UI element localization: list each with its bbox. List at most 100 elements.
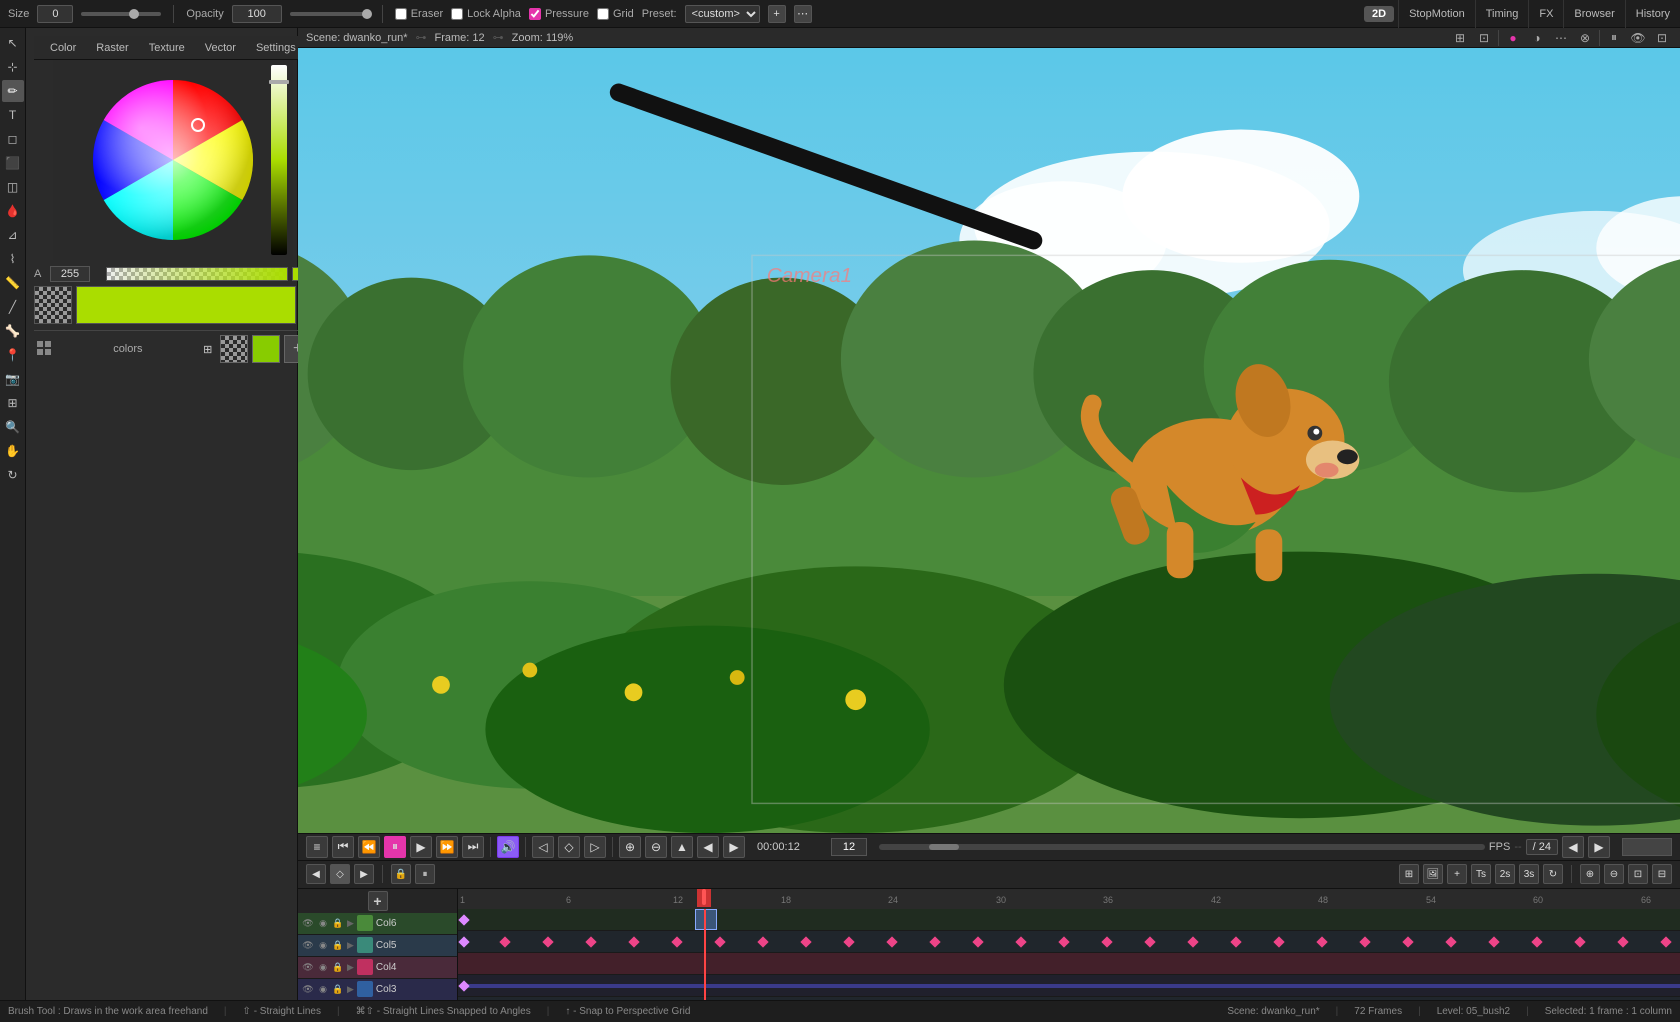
tool-bones[interactable]: 🦴 [2, 320, 24, 342]
layer-col6[interactable]: 👁 ◉ 🔒 ▶ Col6 [298, 913, 457, 935]
tl-misc2[interactable]: 2s [1495, 864, 1515, 884]
loop-start-btn[interactable]: ◁ [532, 836, 554, 858]
skip-start-btn[interactable]: ⏮ [332, 836, 354, 858]
tl-lock-btn[interactable]: 🔒 [391, 864, 411, 884]
canvas-onion-btn[interactable]: ◑ [1527, 28, 1547, 48]
step-back-btn[interactable]: ⏪ [358, 836, 380, 858]
tab-settings[interactable]: Settings [248, 40, 304, 56]
tool-rotate[interactable]: ↻ [2, 464, 24, 486]
swatch-green[interactable] [252, 335, 280, 363]
layer-col3-arrow[interactable]: ▶ [347, 984, 354, 995]
mode-stopmotion-tab[interactable]: StopMotion [1398, 0, 1475, 28]
preset-menu-btn[interactable]: ⋯ [794, 5, 812, 23]
canvas-pause-btn[interactable]: ⏸ [1604, 28, 1624, 48]
canvas-settings-btn[interactable]: ⊗ [1575, 28, 1595, 48]
size-input[interactable] [37, 5, 73, 23]
layer-col6-eye2[interactable]: ◉ [317, 917, 329, 929]
mode-history-tab[interactable]: History [1625, 0, 1680, 28]
tl-export3[interactable]: ⊡ [1628, 864, 1648, 884]
pause-btn[interactable]: ⏸ [384, 836, 406, 858]
tl-nav-left[interactable]: ◀ [306, 864, 326, 884]
layer-col4-eye2[interactable]: ◉ [317, 961, 329, 973]
tl-misc1[interactable]: Ts [1471, 864, 1491, 884]
alpha-input[interactable] [50, 266, 90, 282]
layer-col3[interactable]: 👁 ◉ 🔒 ▶ Col3 [298, 979, 457, 1000]
fps-increase-btn[interactable]: ▶ [1588, 836, 1610, 858]
frame-input[interactable] [831, 838, 867, 856]
tl-diamond-btn[interactable]: ◇ [330, 864, 350, 884]
skip-end-btn[interactable]: ⏭ [462, 836, 484, 858]
track-col6[interactable]: ✕ [458, 909, 1680, 931]
tab-vector[interactable]: Vector [197, 40, 244, 56]
tool-zoom[interactable]: 🔍 [2, 416, 24, 438]
eraser-checkbox[interactable] [395, 8, 407, 20]
tool-shape[interactable]: ◻ [2, 128, 24, 150]
size-slider[interactable] [81, 12, 161, 16]
tab-color[interactable]: Color [42, 40, 84, 56]
tool-pin[interactable]: 📍 [2, 344, 24, 366]
canvas-extra-btn[interactable]: ⊡ [1652, 28, 1672, 48]
layer-col5-eye[interactable]: 👁 [302, 939, 314, 951]
tl-export2[interactable]: ⊖ [1604, 864, 1624, 884]
fps-decrease-btn[interactable]: ◀ [1562, 836, 1584, 858]
tool-warp[interactable]: ⌇ [2, 248, 24, 270]
add-layer-btn[interactable]: + [368, 891, 388, 911]
tab-raster[interactable]: Raster [88, 40, 136, 56]
lock-alpha-checkbox[interactable] [451, 8, 463, 20]
canvas-color-btn[interactable]: ● [1503, 28, 1523, 48]
sound-btn[interactable]: 🔊 [497, 836, 519, 858]
tool-hand[interactable]: ✋ [2, 440, 24, 462]
tool-camera[interactable]: 📷 [2, 368, 24, 390]
layer-col6-lock[interactable]: 🔒 [332, 917, 344, 929]
loop-diamond-btn[interactable]: ◇ [558, 836, 580, 858]
tool-grid-view[interactable]: ⊞ [2, 392, 24, 414]
layer-col4-eye[interactable]: 👁 [302, 961, 314, 973]
tool-ruler[interactable]: 📏 [2, 272, 24, 294]
mode-2d-tab[interactable]: 2D [1364, 6, 1394, 22]
pressure-checkbox[interactable] [529, 8, 541, 20]
tl-add-layer-btn[interactable]: + [1447, 864, 1467, 884]
color-wheel-container[interactable] [53, 60, 293, 260]
tl-grid-btn[interactable]: ⊞ [1399, 864, 1419, 884]
zoom-fit-btn[interactable]: ▲ [671, 836, 693, 858]
tool-line[interactable]: ╱ [2, 296, 24, 318]
tl-export4[interactable]: ⊟ [1652, 864, 1672, 884]
grid-checkbox[interactable] [597, 8, 609, 20]
canvas-fit-btn[interactable]: ⊞ [1450, 28, 1470, 48]
preset-add-btn[interactable]: + [768, 5, 786, 23]
canvas-ratio-btn[interactable]: ⊡ [1474, 28, 1494, 48]
layer-col5-arrow[interactable]: ▶ [347, 940, 354, 951]
layer-col3-eye2[interactable]: ◉ [317, 983, 329, 995]
mode-browser-tab[interactable]: Browser [1563, 0, 1624, 28]
tl-refresh-btn[interactable]: ↻ [1543, 864, 1563, 884]
tool-fill[interactable]: ⬛ [2, 152, 24, 174]
tool-text[interactable]: T [2, 104, 24, 126]
tool-brush[interactable]: ✏ [2, 80, 24, 102]
swatches-expand[interactable]: ⊞ [200, 343, 216, 356]
layer-col6-arrow[interactable]: ▶ [347, 918, 354, 929]
zoom-in-btn[interactable]: ⊕ [619, 836, 641, 858]
mode-fx-tab[interactable]: FX [1528, 0, 1563, 28]
alpha-slider[interactable] [106, 267, 288, 281]
tl-nav-right[interactable]: ▶ [354, 864, 374, 884]
tab-texture[interactable]: Texture [141, 40, 193, 56]
opacity-slider[interactable] [290, 12, 370, 16]
zoom-prev-btn[interactable]: ◀ [697, 836, 719, 858]
track-col5[interactable]: ✕ [458, 931, 1680, 953]
preset-select[interactable]: <custom> [685, 5, 760, 23]
zoom-more-btn[interactable]: ▶ [723, 836, 745, 858]
play-btn[interactable]: ▶ [410, 836, 432, 858]
track-col4[interactable]: ✕ [458, 953, 1680, 975]
canvas-viewport[interactable]: Camera1 [298, 48, 1680, 833]
tl-img-btn[interactable]: 🖼 [1423, 864, 1443, 884]
tool-select[interactable]: ↖ [2, 32, 24, 54]
layer-col5-eye2[interactable]: ◉ [317, 939, 329, 951]
zoom-out-btn[interactable]: ⊖ [645, 836, 667, 858]
layer-col4[interactable]: 👁 ◉ 🔒 ▶ Col4 [298, 957, 457, 979]
tool-eyedropper[interactable]: 🩸 [2, 200, 24, 222]
layer-col4-lock[interactable]: 🔒 [332, 961, 344, 973]
layer-col3-eye[interactable]: 👁 [302, 983, 314, 995]
tl-misc3[interactable]: 3s [1519, 864, 1539, 884]
loop-end-btn[interactable]: ▷ [584, 836, 606, 858]
layer-col5-lock[interactable]: 🔒 [332, 939, 344, 951]
